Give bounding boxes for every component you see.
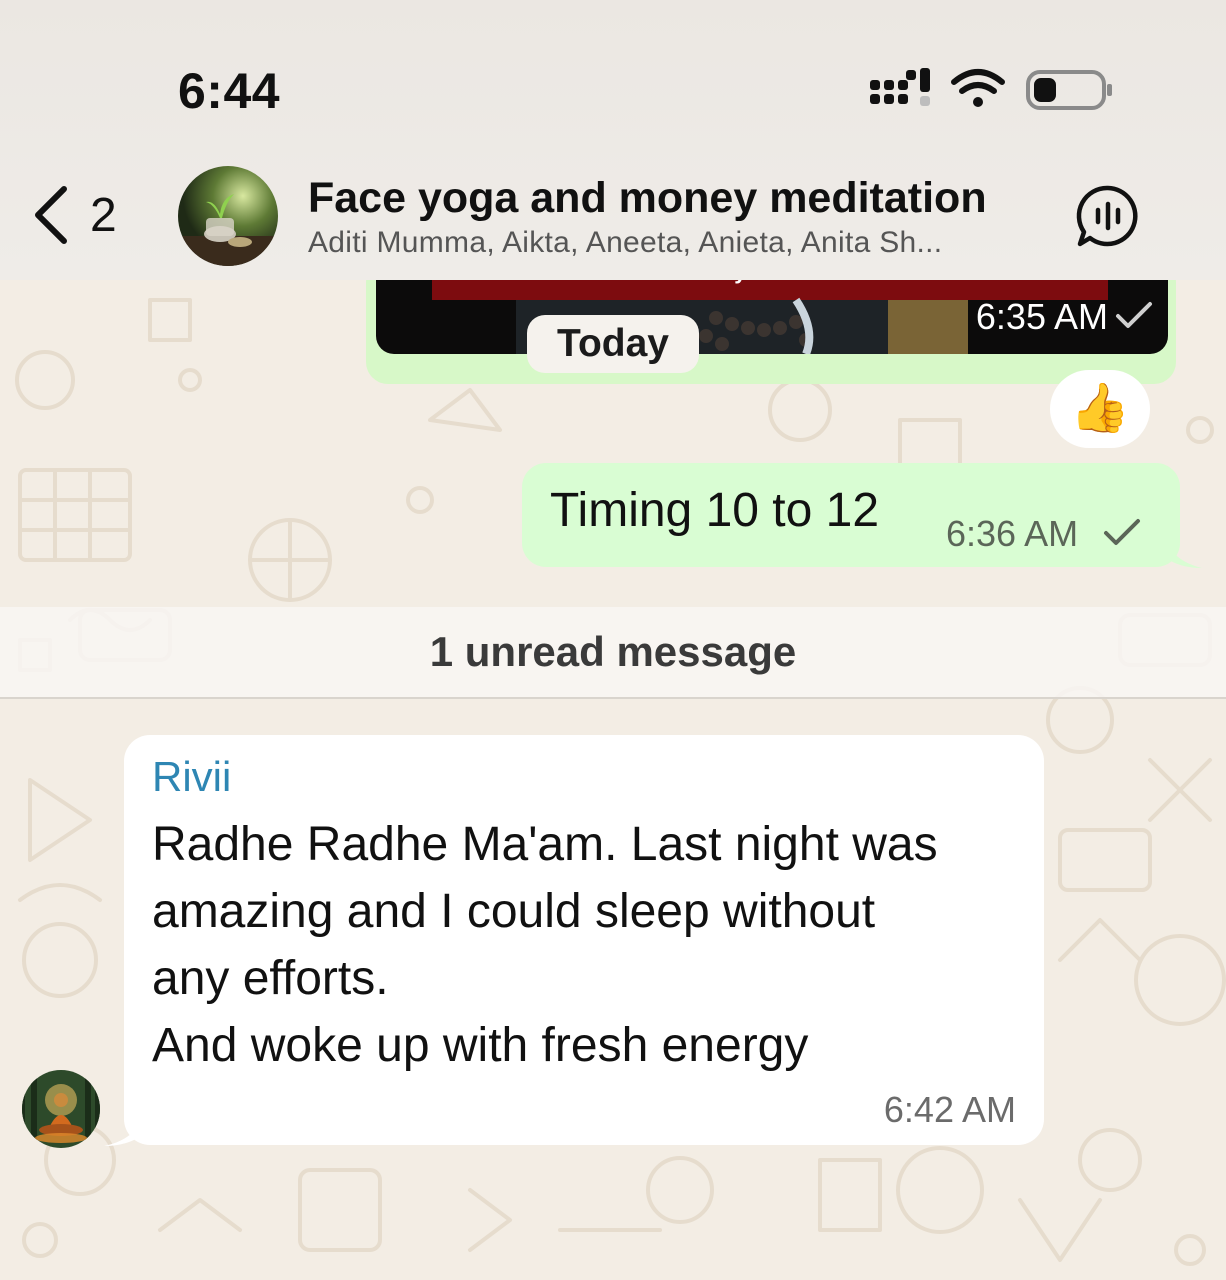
chevron-left-icon	[35, 186, 67, 244]
message-line: Radhe Radhe Ma'am. Last night was	[152, 818, 938, 871]
status-icons	[870, 68, 1112, 110]
unread-banner: 1 unread message	[0, 607, 1226, 699]
image-message-time: 6:35 AM	[975, 296, 1108, 337]
signal-icon	[870, 68, 930, 106]
outgoing-message[interactable]: Timing 10 to 12 6:36 AM	[522, 463, 1180, 567]
group-members[interactable]: Aditi Mumma, Aikta, Aneeta, Anieta, Anit…	[308, 226, 942, 260]
status-time: 6:44	[178, 63, 281, 119]
message-line: And woke up with fresh energy	[152, 1019, 809, 1072]
wifi-icon	[951, 69, 1005, 94]
sender-avatar[interactable]	[22, 1070, 100, 1148]
sender-name[interactable]: Rivii	[152, 753, 231, 801]
chat-messages[interactable]: Only at ₹149/- 6:35 AM Today 👍 Timing 10	[0, 260, 1226, 1280]
outgoing-message-text: Timing 10 to 12	[550, 484, 880, 537]
reaction-badge[interactable]: 👍	[1050, 370, 1150, 448]
sent-check-icon	[1116, 302, 1152, 328]
battery-icon	[1026, 70, 1112, 110]
date-separator: Today	[527, 315, 699, 373]
back-button[interactable]: 2	[30, 180, 140, 250]
incoming-bubble-tail	[104, 1116, 144, 1146]
message-line: any efforts.	[152, 952, 389, 1005]
sent-check-icon	[1104, 519, 1140, 545]
incoming-message[interactable]: Rivii Radhe Radhe Ma'am. Last night was …	[124, 735, 1044, 1145]
message-line: amazing and I could sleep without	[152, 885, 876, 938]
group-avatar[interactable]	[178, 166, 278, 266]
thumbs-up-icon: 👍	[1070, 382, 1130, 435]
incoming-message-time: 6:42 AM	[883, 1089, 1016, 1130]
unread-chats-count: 2	[90, 188, 117, 242]
group-title[interactable]: Face yoga and money meditation	[308, 174, 987, 223]
voice-chat-icon[interactable]	[1076, 184, 1140, 248]
chat-header: 6:44 2 Face yoga and money meditation Ad…	[0, 0, 1226, 280]
outgoing-message-time: 6:36 AM	[946, 513, 1079, 554]
outgoing-bubble-tail	[1166, 542, 1202, 568]
incoming-message-text: Radhe Radhe Ma'am. Last night was amazin…	[152, 811, 1032, 1079]
